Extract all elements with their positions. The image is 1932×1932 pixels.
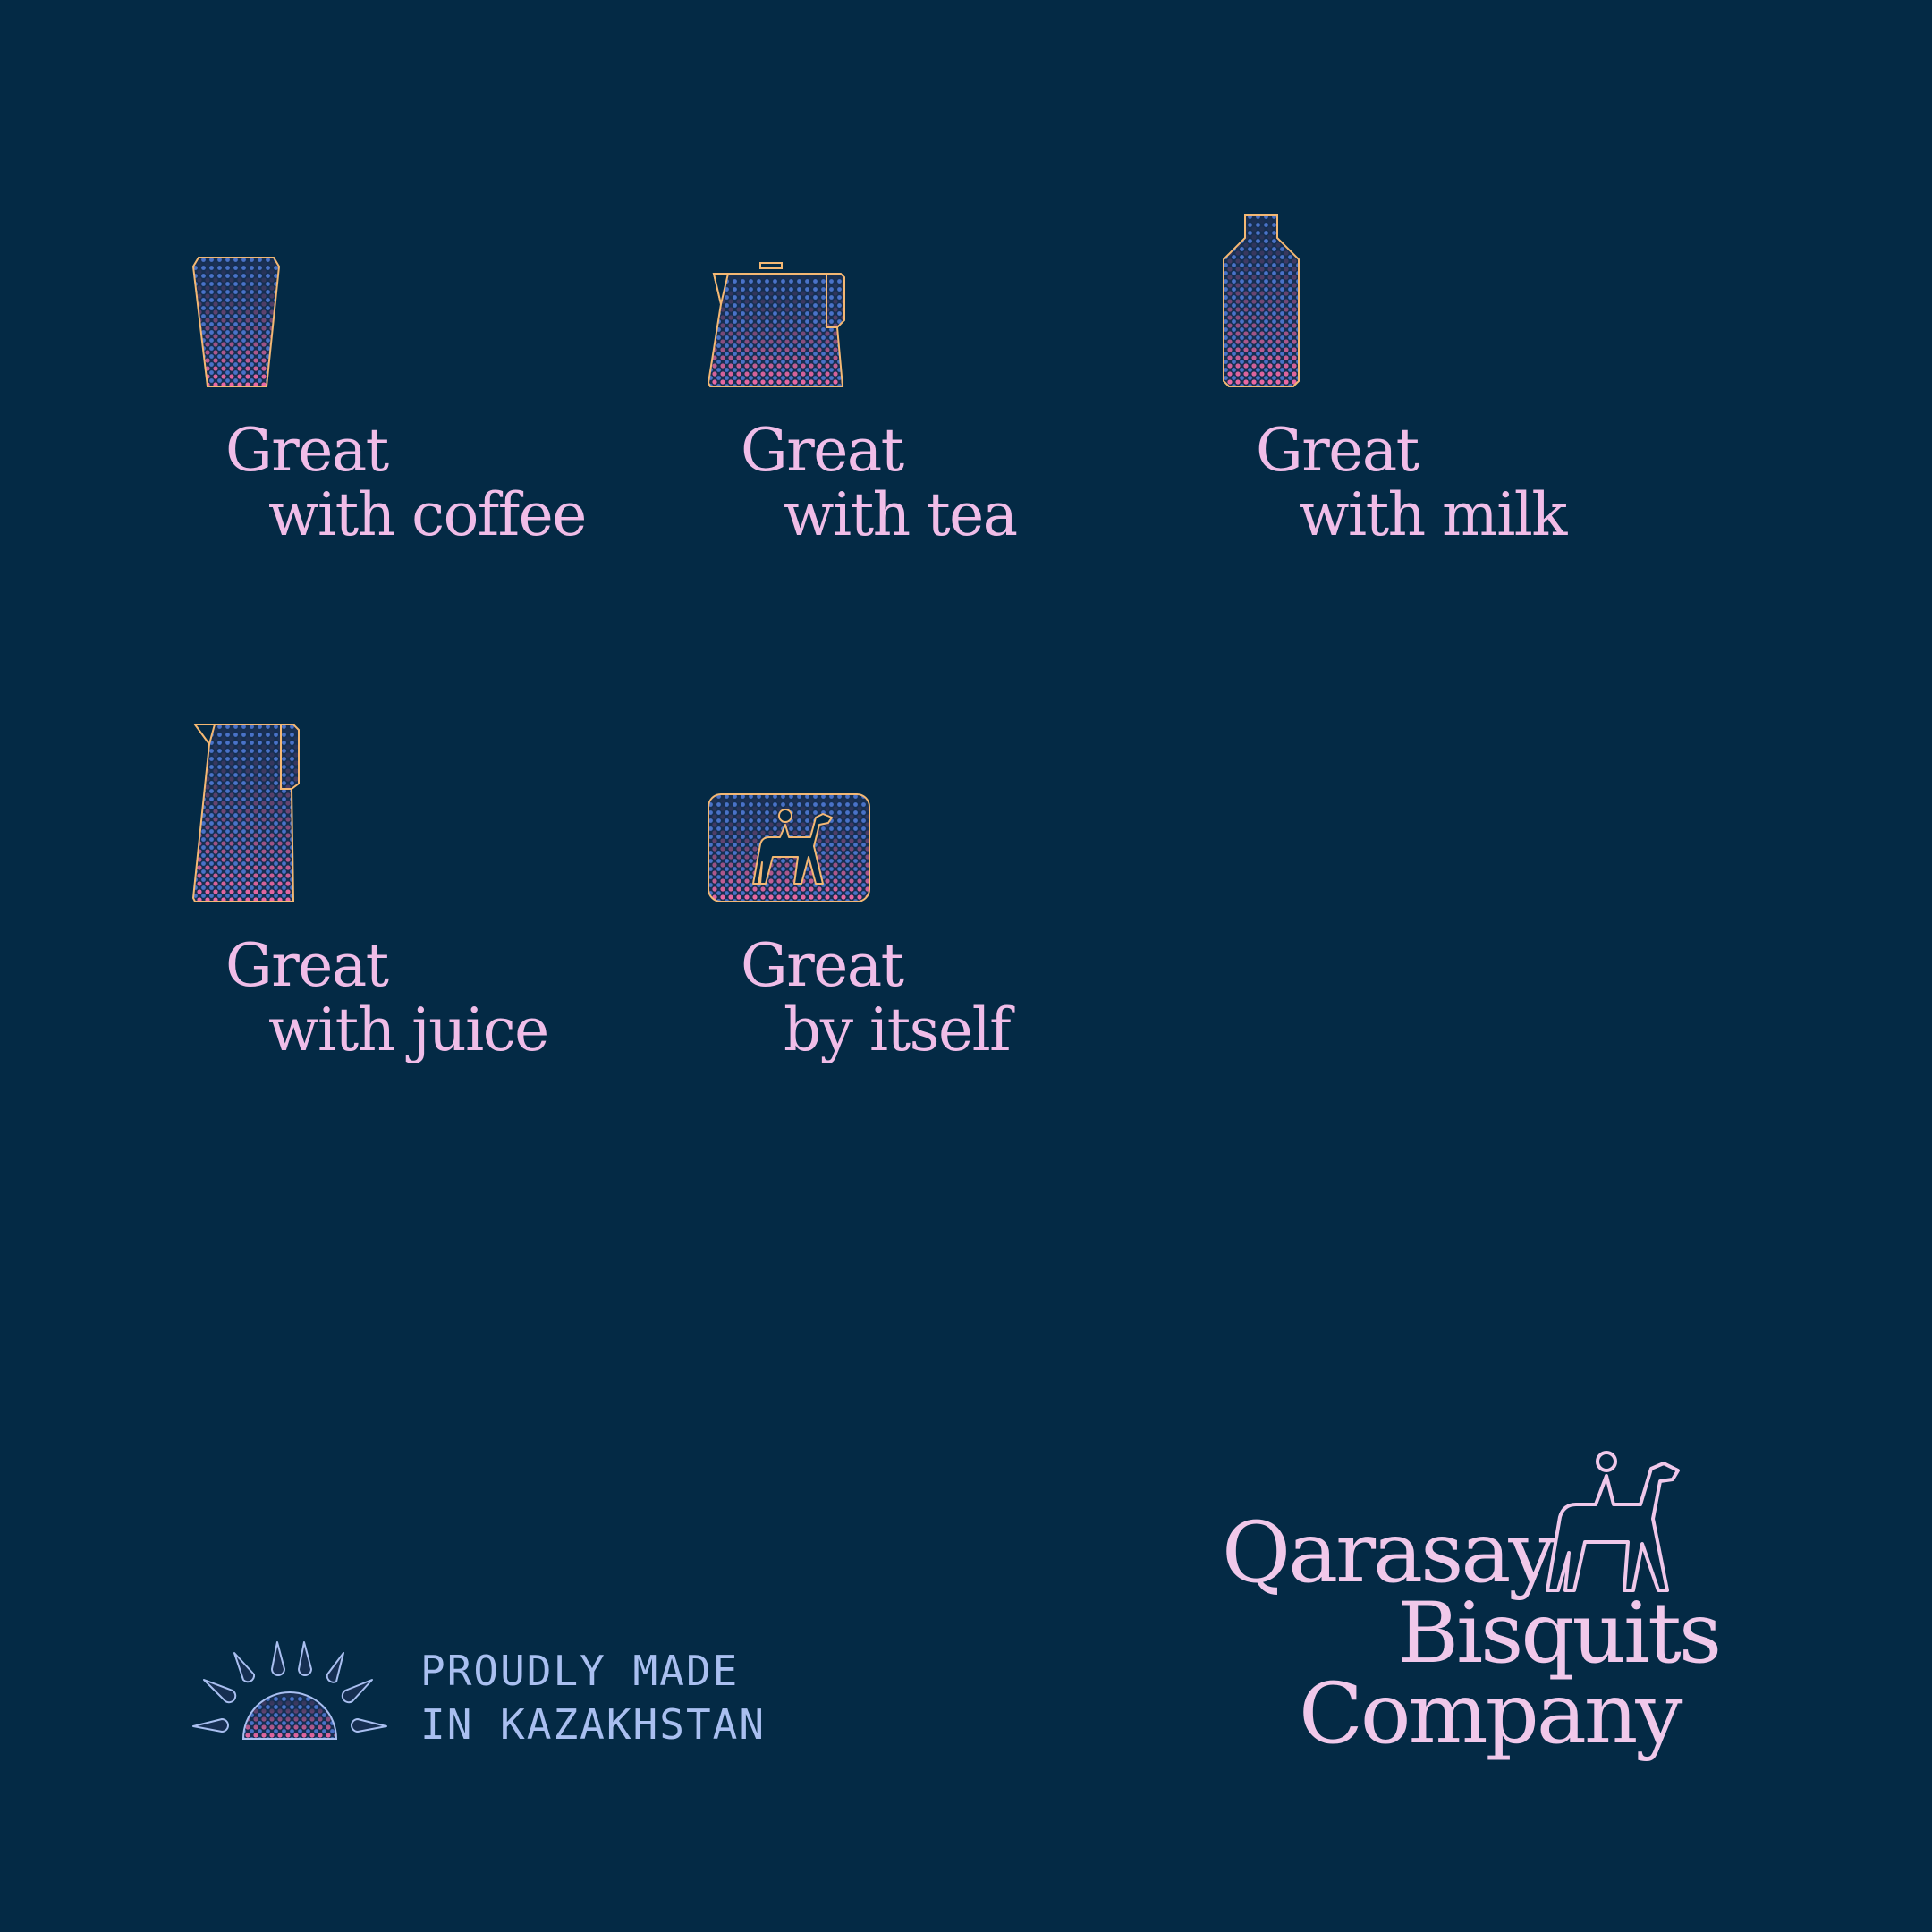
made-in-label: PROUDLY MADE IN KAZAKHSTAN [420,1644,766,1751]
caption-line-1: Great [1256,416,1419,485]
made-in-line-2: IN KAZAKHSTAN [420,1700,767,1749]
caption-milk: Great with milk [1256,416,1567,549]
pairing-by-itself: Great by itself [0,0,1163,1091]
rising-sun-icon [192,1641,387,1740]
caption-line-2: by itself [784,996,1012,1064]
brand-name-line-1: Qarasay [1222,1504,1555,1602]
poster: Great with coffee Great with tea Great w… [0,0,1932,1932]
caption-by-itself: Great by itself [741,931,1012,1064]
brand-name-line-2: Bisquits [1397,1585,1722,1682]
caption-line-1: Great [741,931,904,1000]
made-in-line-1: PROUDLY MADE [420,1647,740,1695]
milk-bottle-icon [1223,214,1300,387]
biscuit-horse-rider-icon [708,793,870,902]
caption-line-2: with milk [1299,480,1567,549]
brand-name-line-3: Company [1299,1665,1683,1763]
horse-rider-logo-icon [1546,1451,1680,1592]
